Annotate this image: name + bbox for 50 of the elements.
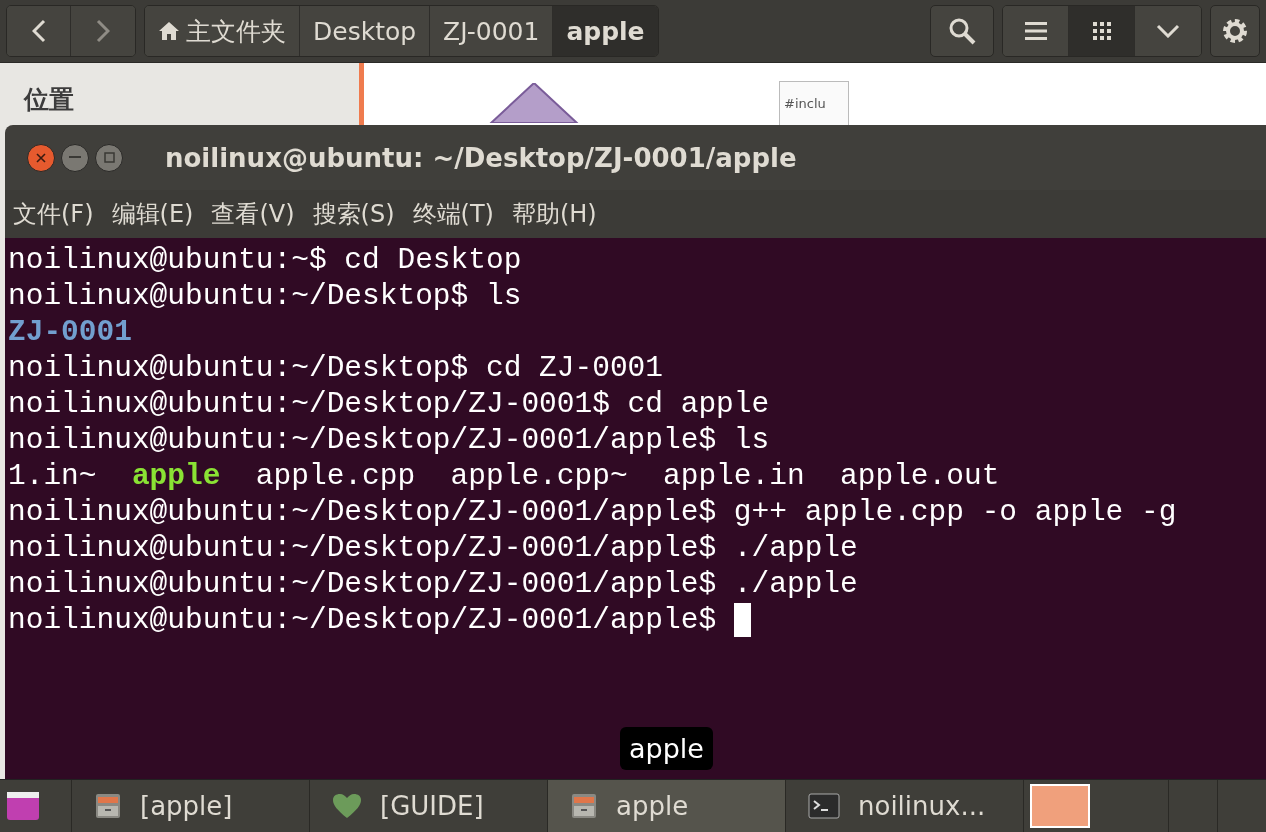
home-icon (158, 20, 180, 42)
terminal-text: noilinux@ubuntu:~/Desktop/ZJ-0001/apple$ g++ apple.cpp -o apple -g (8, 494, 1177, 530)
menu-item[interactable]: 查看(V) (211, 198, 295, 230)
terminal-text: noilinux@ubuntu:~$ cd Desktop (8, 242, 522, 278)
grid-view-icon (1091, 21, 1112, 41)
terminal-text: noilinux@ubuntu:~/Desktop/ZJ-0001/apple$ ./apple (8, 566, 858, 602)
minimize-button[interactable] (61, 143, 89, 172)
menu-item[interactable]: 文件(F) (13, 198, 94, 230)
terminal-text: noilinux@ubuntu:~/Desktop/ZJ-0001$ cd apple (8, 386, 770, 422)
window-icon (6, 791, 40, 821)
path-crumb[interactable]: apple (553, 6, 658, 56)
settings-icon (1221, 17, 1249, 45)
terminal-text: noilinux@ubuntu:~/Desktop/ZJ-0001/apple$ ./apple (8, 530, 858, 566)
text-cursor (733, 603, 751, 637)
back-button[interactable] (7, 6, 71, 56)
list-view-icon (1024, 21, 1047, 41)
terminal-text: noilinux@ubuntu:~/Desktop/ZJ-0001/apple$ ls (8, 422, 770, 458)
close-button[interactable] (27, 143, 55, 172)
terminal-text: noilinux@ubuntu:~/Desktop$ ls (8, 278, 522, 314)
search-icon (948, 17, 976, 45)
sidebar-heading: 位置 (24, 84, 75, 116)
search-button[interactable] (930, 5, 994, 57)
menu-item[interactable]: 搜索(S) (312, 198, 395, 230)
executable-name: apple (131, 458, 221, 494)
settings-button[interactable] (1210, 5, 1260, 57)
view-button[interactable] (1069, 6, 1135, 56)
tooltip: apple (620, 727, 713, 770)
maximize-button[interactable] (95, 143, 123, 172)
menu-item[interactable]: 终端(T) (412, 198, 494, 230)
heart-icon (332, 793, 362, 819)
menu-item[interactable]: 编辑(E) (111, 198, 194, 230)
maximize-icon (103, 152, 115, 163)
window-thumbnail[interactable] (1030, 784, 1090, 828)
file-cabinet-icon (570, 792, 598, 820)
terminal-icon (808, 793, 840, 819)
taskbar-item[interactable]: apple (548, 780, 786, 832)
minimize-icon (69, 156, 81, 159)
path-crumb[interactable]: 主文件夹 (145, 6, 300, 56)
menu-item[interactable]: 帮助(H) (511, 198, 597, 230)
terminal-text: 1.in~ (8, 458, 98, 494)
back-icon (31, 19, 46, 43)
terminal-text: noilinux@ubuntu:~/Desktop/ZJ-0001/apple$ (8, 602, 718, 638)
terminal-text: noilinux@ubuntu:~/Desktop$ cd ZJ-0001 (8, 350, 663, 386)
forward-icon (96, 19, 110, 43)
chevron-down-icon (1156, 24, 1180, 38)
directory-name: ZJ-0001 (8, 314, 132, 350)
file-cabinet-icon (94, 792, 122, 820)
terminal-text: apple.cpp apple.cpp~ apple.in apple.out (254, 458, 1000, 494)
view-button[interactable] (1003, 6, 1069, 56)
close-icon (36, 152, 46, 163)
